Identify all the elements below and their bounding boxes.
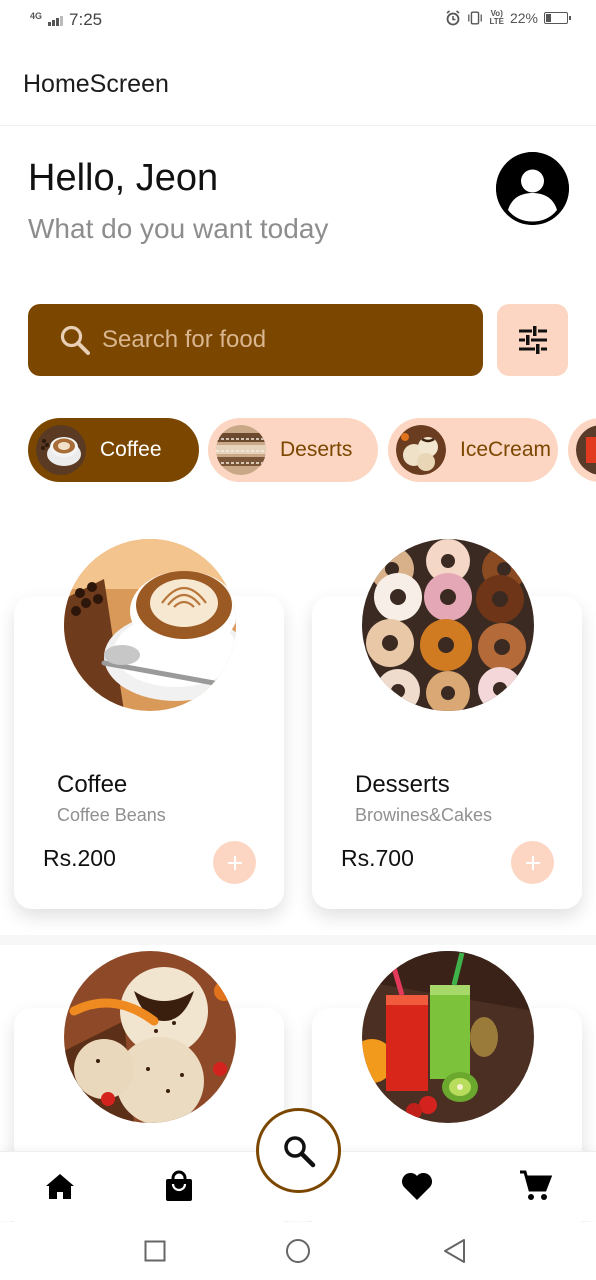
network-type: 4G xyxy=(30,11,43,21)
chip-label: Deserts xyxy=(280,438,353,461)
deserts-thumbnail xyxy=(216,425,266,475)
home-button[interactable] xyxy=(285,1238,311,1264)
back-button[interactable] xyxy=(441,1238,467,1264)
search-icon xyxy=(60,325,90,355)
status-bar: 4G 7:25 Vo) LTE 22% xyxy=(0,0,596,40)
category-chips: Coffee Deserts IceCream xyxy=(28,418,596,482)
battery-percent: 22% xyxy=(509,10,538,26)
nav-bag[interactable] xyxy=(161,1168,197,1204)
greeting-hello: Hello, xyxy=(28,157,126,199)
home-icon xyxy=(46,1174,74,1199)
alarm-icon xyxy=(445,10,461,26)
icecream-image xyxy=(64,951,236,1123)
chip-icecream[interactable]: IceCream xyxy=(388,418,558,482)
square-icon xyxy=(144,1240,166,1262)
nav-cart[interactable] xyxy=(517,1168,553,1204)
search-bar[interactable]: Search for food xyxy=(28,304,483,376)
coffee-image xyxy=(64,539,236,711)
signal-icon xyxy=(48,14,64,26)
juice-thumbnail xyxy=(576,425,596,475)
chip-deserts[interactable]: Deserts xyxy=(208,418,378,482)
greeting-title: Hello, Jeon xyxy=(28,157,218,200)
icecream-thumbnail xyxy=(396,425,446,475)
product-price: Rs.200 xyxy=(43,845,116,871)
vibrate-icon xyxy=(467,10,483,26)
chip-juice[interactable] xyxy=(568,418,596,482)
volte-indicator: Vo) LTE xyxy=(489,9,504,26)
battery-icon xyxy=(544,12,571,24)
greeting-subtitle: What do you want today xyxy=(28,213,329,244)
product-card-coffee[interactable]: Coffee Coffee Beans Rs.200 xyxy=(14,539,284,909)
user-name: Jeon xyxy=(135,157,219,199)
search-fab[interactable] xyxy=(256,1108,341,1193)
tune-icon xyxy=(518,326,547,354)
user-icon xyxy=(496,152,569,225)
app-bar: HomeScreen xyxy=(0,48,596,126)
nav-home[interactable] xyxy=(42,1168,78,1204)
circle-icon xyxy=(286,1239,310,1263)
heart-icon xyxy=(401,1172,433,1200)
chip-label: IceCream xyxy=(460,438,552,461)
product-name: Desserts xyxy=(355,771,450,798)
search-icon xyxy=(283,1135,315,1167)
nav-favorites[interactable] xyxy=(399,1168,435,1204)
chip-coffee[interactable]: Coffee xyxy=(28,418,199,482)
system-navigation xyxy=(0,1222,596,1280)
app-title: HomeScreen xyxy=(23,70,169,98)
chip-label: Coffee xyxy=(100,438,162,461)
add-to-cart-button[interactable] xyxy=(511,841,554,884)
donuts-image xyxy=(362,539,534,711)
plus-icon xyxy=(525,855,540,870)
plus-icon xyxy=(227,855,242,870)
recents-button[interactable] xyxy=(142,1238,168,1264)
coffee-thumbnail xyxy=(36,425,86,475)
product-price: Rs.700 xyxy=(341,845,414,871)
section-divider xyxy=(0,935,596,945)
cart-icon xyxy=(520,1170,552,1200)
filter-button[interactable] xyxy=(497,304,568,376)
shopping-bag-icon xyxy=(166,1170,192,1201)
add-to-cart-button[interactable] xyxy=(213,841,256,884)
product-card-desserts[interactable]: Desserts Browines&Cakes Rs.700 xyxy=(312,539,582,909)
product-description: Browines&Cakes xyxy=(355,805,493,825)
product-name: Coffee xyxy=(57,771,128,798)
product-description: Coffee Beans xyxy=(57,805,166,825)
juice-image xyxy=(362,951,534,1123)
clock: 7:25 xyxy=(69,10,103,29)
avatar[interactable] xyxy=(496,152,569,225)
back-triangle-icon xyxy=(444,1239,465,1263)
search-placeholder: Search for food xyxy=(102,326,267,353)
